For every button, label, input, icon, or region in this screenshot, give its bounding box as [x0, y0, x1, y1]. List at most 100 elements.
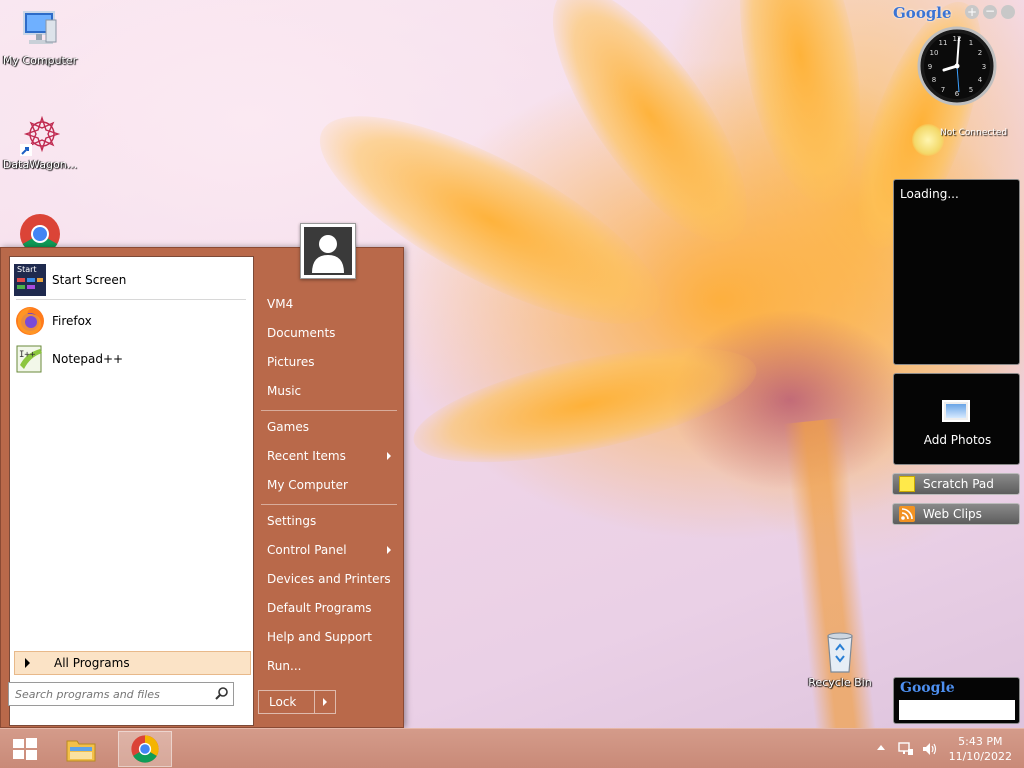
scratch-pad-gadget[interactable]: Scratch Pad: [892, 473, 1020, 495]
desktop-icon-label: DataWagon...: [2, 158, 78, 171]
feed-gadget[interactable]: Loading...: [893, 179, 1020, 365]
svg-text:1: 1: [969, 39, 973, 47]
add-gadget-button[interactable]: +: [965, 5, 979, 19]
start-link-recent-items[interactable]: Recent Items: [267, 445, 397, 467]
minimize-gadgets-button[interactable]: −: [983, 5, 997, 19]
start-link-default-programs[interactable]: Default Programs: [267, 597, 397, 619]
pinned-item-label: Notepad++: [52, 352, 124, 366]
pinned-firefox[interactable]: Firefox: [14, 303, 249, 339]
rss-icon: [899, 506, 915, 522]
desktop-icon-datawagon[interactable]: DataWagon...: [1, 112, 79, 171]
user-avatar[interactable]: [300, 223, 356, 279]
chevron-right-icon: [387, 452, 391, 460]
datawagon-icon: [18, 112, 62, 156]
start-search-box: [8, 682, 242, 706]
firefox-icon: [14, 305, 46, 337]
taskbar-chrome[interactable]: [118, 731, 172, 767]
user-icon: [304, 227, 352, 275]
recent-items-label: Recent Items: [267, 449, 346, 463]
start-link-settings[interactable]: Settings: [267, 510, 397, 532]
svg-text:11: 11: [939, 39, 948, 47]
chevron-right-icon[interactable]: [323, 698, 327, 706]
svg-text:8: 8: [932, 76, 936, 84]
chrome-icon: [131, 735, 159, 763]
start-link-devices-printers[interactable]: Devices and Printers: [267, 568, 397, 590]
web-clips-label: Web Clips: [923, 507, 982, 521]
pinned-item-label: Firefox: [52, 314, 92, 328]
start-link-user[interactable]: VM4: [267, 293, 397, 315]
divider: [16, 299, 246, 300]
network-icon[interactable]: [898, 741, 914, 757]
file-explorer-icon: [66, 740, 96, 762]
start-link-pictures[interactable]: Pictures: [267, 351, 397, 373]
notepadpp-icon: I++: [14, 343, 46, 375]
svg-text:12: 12: [953, 35, 962, 43]
start-button[interactable]: [2, 731, 48, 767]
start-link-documents[interactable]: Documents: [267, 322, 397, 344]
google-search-logo: Google: [900, 680, 955, 696]
desktop-icon-label: My Computer: [2, 54, 78, 67]
svg-text:7: 7: [941, 86, 945, 94]
start-menu: Start Start Screen Firefox I++ Notepad++…: [0, 247, 404, 728]
note-icon: [899, 476, 915, 492]
scratch-pad-label: Scratch Pad: [923, 477, 994, 491]
google-search-input[interactable]: [899, 700, 1015, 720]
analog-clock-icon: 12 12 345 678 91011: [917, 26, 997, 106]
search-icon[interactable]: [214, 686, 230, 702]
chevron-right-icon: [387, 546, 391, 554]
desktop-icon-recycle-bin[interactable]: Recycle Bin: [801, 630, 879, 689]
all-programs-label: All Programs: [54, 656, 130, 670]
svg-text:10: 10: [930, 49, 939, 57]
wallpaper-stem: [783, 417, 877, 743]
divider: [261, 410, 397, 411]
svg-text:9: 9: [928, 63, 932, 71]
start-link-control-panel[interactable]: Control Panel: [267, 539, 397, 561]
desktop-icon-my-computer[interactable]: My Computer: [1, 8, 79, 67]
windows-logo-icon: [13, 738, 37, 760]
all-programs-button[interactable]: All Programs: [14, 651, 251, 675]
start-screen-icon: Start: [14, 264, 46, 296]
feed-status: Loading...: [900, 187, 959, 201]
wallpaper-petal: [404, 324, 766, 486]
taskbar-file-explorer[interactable]: [58, 731, 104, 767]
svg-text:I++: I++: [19, 350, 36, 360]
start-link-help-support[interactable]: Help and Support: [267, 626, 397, 648]
svg-text:5: 5: [969, 86, 973, 94]
show-hidden-icons-button[interactable]: [877, 745, 885, 750]
web-clips-gadget[interactable]: Web Clips: [892, 503, 1020, 525]
pinned-notepadpp[interactable]: I++ Notepad++: [14, 341, 249, 377]
clock-gadget[interactable]: 12 1 2 345 678 9 10 11: [917, 26, 997, 106]
svg-text:2: 2: [978, 49, 982, 57]
volume-icon[interactable]: [921, 741, 939, 757]
divider: [261, 504, 397, 505]
triangle-right-icon: [25, 658, 30, 668]
control-panel-label: Control Panel: [267, 543, 347, 557]
start-menu-programs-pane: Start Start Screen Firefox I++ Notepad++…: [9, 256, 254, 726]
desktop-icon-label: Recycle Bin: [808, 676, 872, 689]
gadget-options-button[interactable]: [1001, 5, 1015, 19]
svg-text:3: 3: [982, 63, 986, 71]
google-logo: Google: [893, 4, 952, 22]
lock-label: Lock: [259, 691, 315, 713]
clock-time: 5:43 PM: [958, 735, 1003, 748]
taskbar-clock[interactable]: 5:43 PM 11/10/2022: [949, 734, 1012, 764]
search-input[interactable]: [8, 682, 234, 706]
photo-icon: [942, 400, 970, 422]
lock-button[interactable]: Lock: [258, 690, 336, 714]
start-link-run[interactable]: Run...: [267, 655, 397, 677]
add-photos-label: Add Photos: [923, 433, 992, 447]
weather-status: Not Connected: [940, 128, 1008, 138]
computer-icon: [18, 8, 62, 52]
gadget-sidebar-header: Google + −: [893, 3, 1023, 23]
wallpaper-petal: [719, 0, 881, 213]
clock-date: 11/10/2022: [948, 750, 1012, 763]
google-search-gadget[interactable]: Google: [893, 677, 1020, 724]
start-link-music[interactable]: Music: [267, 380, 397, 402]
slideshow-gadget[interactable]: Add Photos: [893, 373, 1020, 465]
svg-text:4: 4: [978, 76, 983, 84]
start-link-games[interactable]: Games: [267, 416, 397, 438]
start-link-my-computer[interactable]: My Computer: [267, 474, 397, 496]
weather-gadget[interactable]: Not Connected: [910, 122, 1020, 158]
recycle-bin-icon: [818, 630, 862, 674]
pinned-start-screen[interactable]: Start Start Screen: [14, 262, 249, 298]
